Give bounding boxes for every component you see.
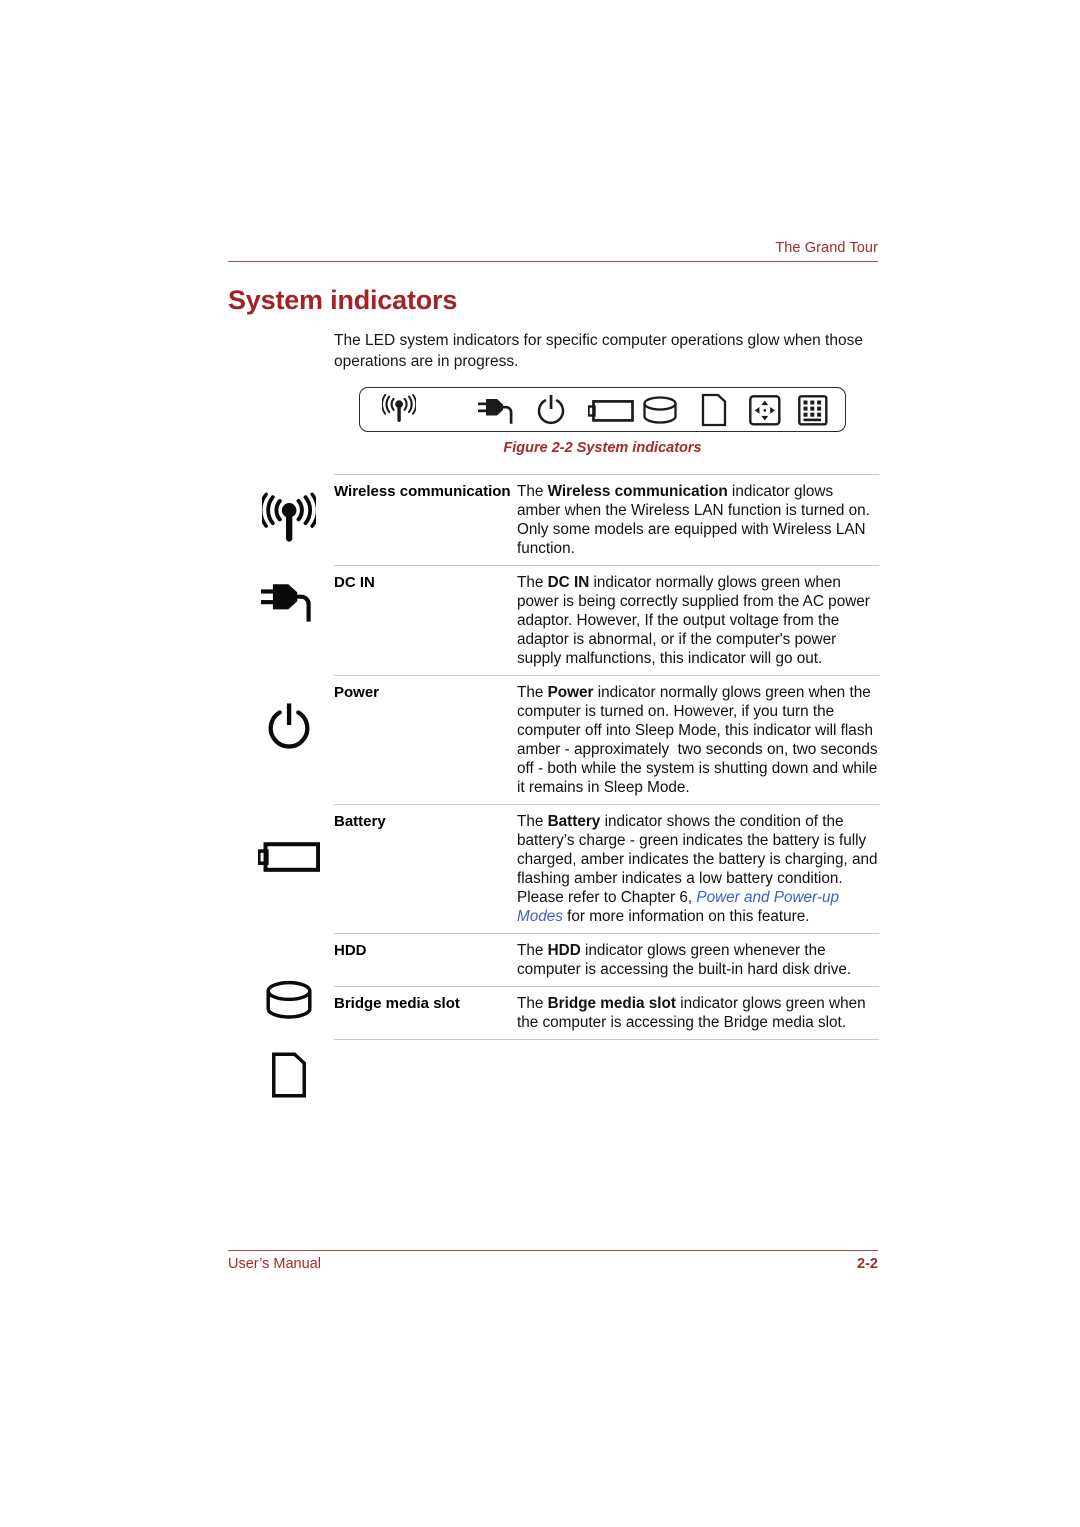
row-icon-wireless (246, 492, 332, 550)
row-icon-dc-in (246, 580, 332, 624)
dc-in-plug-icon (478, 396, 518, 426)
intro-paragraph: The LED system indicators for specific c… (334, 332, 863, 370)
indicator-name: Bridge media slot (334, 995, 460, 1012)
running-head-text: The Grand Tour (775, 240, 878, 256)
footer-divider-rule (228, 1250, 878, 1252)
indicator-description: The Wireless communication indicator glo… (517, 483, 870, 557)
footer-page-number: 2-2 (857, 1256, 878, 1272)
table-row: HDD The HDD indicator glows green whenev… (334, 933, 879, 986)
page-title: System indicators (228, 285, 458, 315)
row-icon-battery (246, 842, 332, 872)
table-row: Wireless communication The Wireless comm… (334, 474, 879, 565)
system-indicators-table: Wireless communication The Wireless comm… (334, 474, 879, 1040)
indicator-name: HDD (334, 942, 367, 959)
power-icon (535, 394, 567, 427)
arrow-pad-icon (749, 395, 781, 426)
figure-icon-row (360, 388, 845, 431)
hdd-icon (642, 396, 678, 426)
wireless-icon (382, 394, 416, 426)
indicator-name: Battery (334, 813, 386, 830)
row-icon-power (246, 702, 332, 752)
keypad-icon (798, 395, 828, 426)
figure-caption: Figure 2-2 System indicators (503, 440, 702, 456)
table-row: Battery The Battery indicator shows the … (334, 804, 879, 933)
table-row: Bridge media slot The Bridge media slot … (334, 986, 879, 1040)
indicator-name: DC IN (334, 574, 375, 591)
indicator-name: Power (334, 684, 380, 701)
running-header: The Grand Tour (228, 240, 878, 263)
battery-icon (588, 400, 634, 422)
figure-indicator-strip (359, 387, 846, 432)
row-icon-bridge-media-slot (246, 1050, 332, 1100)
cross-reference-link[interactable]: Power and Power-up Modes (517, 889, 839, 925)
bridge-media-slot-icon (701, 393, 727, 427)
row-icon-hdd (246, 980, 332, 1022)
indicator-description: The Power indicator normally glows green… (517, 684, 878, 796)
header-divider-rule (228, 261, 878, 263)
document-page: The Grand Tour System indicators The LED… (0, 0, 1080, 1527)
indicator-description: The HDD indicator glows green whenever t… (517, 942, 852, 978)
table-row: Power The Power indicator normally glows… (334, 675, 879, 804)
table-row: DC IN The DC IN indicator normally glows… (334, 565, 879, 675)
indicator-description: The Battery indicator shows the conditio… (517, 813, 878, 925)
indicator-name: Wireless communication (334, 483, 511, 500)
indicator-description: The Bridge media slot indicator glows gr… (517, 995, 866, 1031)
indicator-description: The DC IN indicator normally glows green… (517, 574, 870, 667)
